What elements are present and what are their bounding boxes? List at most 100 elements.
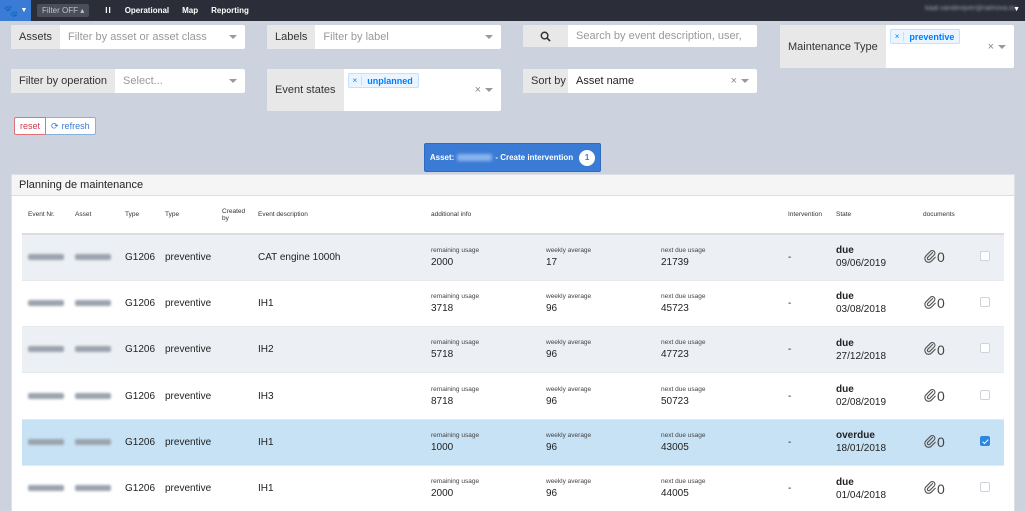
refresh-button[interactable]: ⟳ refresh — [46, 117, 96, 135]
pause-button[interactable]: II — [105, 6, 111, 15]
chevron-down-icon[interactable] — [229, 35, 237, 39]
app-menu-button[interactable]: 🐾 ▼ — [0, 0, 31, 21]
event-states-select[interactable]: × unplanned × — [344, 69, 501, 111]
assets-filter-select[interactable]: Filter by asset or asset class — [60, 25, 245, 49]
chevron-down-icon[interactable] — [485, 35, 493, 39]
sort-by-filter: Sort by Asset name × — [523, 69, 757, 93]
paperclip-icon[interactable] — [923, 434, 937, 451]
documents-cell[interactable]: 0 — [917, 372, 974, 420]
labels-filter-select[interactable]: Filter by label — [315, 25, 501, 49]
row-checkbox[interactable] — [980, 389, 990, 400]
operation-filter-select[interactable]: Select... — [115, 69, 245, 93]
weekly-average-label: weekly average — [546, 339, 592, 347]
chevron-down-icon[interactable] — [229, 79, 237, 83]
column-header-select[interactable] — [974, 196, 1004, 235]
intervention-cell: - — [782, 419, 830, 466]
operation-filter-label: Filter by operation — [11, 69, 116, 93]
type-cell: G1206 — [119, 234, 159, 281]
table-row[interactable]: G1206 preventive IH3 remaining usage 8718… — [22, 372, 1004, 420]
weekly-average-value: 17 — [546, 256, 558, 268]
paperclip-icon[interactable] — [923, 295, 937, 312]
column-header-state[interactable]: State — [830, 196, 917, 235]
remove-tag-icon[interactable]: × — [349, 76, 363, 85]
column-header-info-3[interactable] — [655, 196, 782, 235]
table-row[interactable]: G1206 preventive IH1 remaining usage 2000… — [22, 465, 1004, 511]
sort-by-select[interactable]: Asset name × — [568, 69, 757, 93]
table-row[interactable]: G1206 preventive IH2 remaining usage 5718… — [22, 326, 1004, 374]
column-header-created-by[interactable]: Created by — [216, 196, 252, 235]
remaining-usage-cell: remaining usage 8718 — [425, 372, 540, 420]
row-checkbox[interactable] — [980, 482, 990, 493]
column-header-asset[interactable]: Asset — [69, 196, 119, 235]
search-icon[interactable] — [523, 25, 568, 47]
table-row[interactable]: G1206 preventive IH1 remaining usage 3718… — [22, 280, 1004, 328]
user-caret-icon[interactable]: ▼ — [1013, 6, 1020, 13]
paperclip-icon[interactable] — [923, 388, 937, 405]
select-cell[interactable] — [974, 326, 1004, 374]
row-checkbox[interactable] — [980, 250, 990, 261]
documents-cell[interactable]: 0 — [917, 419, 974, 466]
select-cell[interactable] — [974, 234, 1004, 281]
search-input[interactable]: Search by event description, user, — [568, 25, 757, 47]
maintenance-table: Event Nr. Asset Type Type Created by Event de… — [22, 196, 1004, 511]
column-header-type-2[interactable]: Type — [159, 196, 216, 235]
documents-cell[interactable]: 0 — [917, 465, 974, 511]
clear-icon[interactable]: × — [731, 75, 737, 87]
remove-tag-icon[interactable]: × — [891, 32, 905, 41]
assets-filter-placeholder: Filter by asset or asset class — [68, 31, 207, 43]
row-checkbox[interactable] — [980, 435, 990, 446]
paperclip-icon[interactable] — [923, 249, 937, 266]
row-checkbox[interactable] — [980, 343, 990, 354]
description-cell: IH1 — [252, 280, 425, 328]
paperclip-icon[interactable] — [923, 480, 937, 497]
state-cell: due 09/06/2019 — [830, 234, 917, 281]
user-menu[interactable]: kaat.vandevijver@railnova.eu — [925, 5, 1017, 12]
documents-cell[interactable]: 0 — [917, 280, 974, 328]
intervention-cell: - — [782, 465, 830, 511]
table-row[interactable]: G1206 preventive CAT engine 1000h remain… — [22, 234, 1004, 281]
select-cell[interactable] — [974, 280, 1004, 328]
column-header-info-2[interactable] — [540, 196, 655, 235]
column-header-type[interactable]: Type — [119, 196, 159, 235]
chevron-down-icon[interactable] — [998, 44, 1006, 49]
column-header-event-nr[interactable]: Event Nr. — [22, 196, 69, 235]
documents-cell[interactable]: 0 — [917, 326, 974, 374]
state-cell: due 01/04/2018 — [830, 465, 917, 511]
document-count: 0 — [937, 434, 945, 451]
maintenance-panel: Planning de maintenance Event Nr. Asset Ty… — [11, 174, 1015, 511]
create-intervention-button[interactable]: Asset: - Create intervention 1 — [424, 143, 601, 172]
column-header-intervention[interactable]: Intervention — [782, 196, 830, 235]
description-cell: IH1 — [252, 419, 425, 466]
select-cell[interactable] — [974, 419, 1004, 466]
state-cell: due 02/08/2019 — [830, 372, 917, 420]
nav-reporting[interactable]: Reporting — [211, 6, 249, 15]
next-due-cell: next due usage 44005 — [655, 465, 782, 511]
clear-icon[interactable]: × — [475, 84, 481, 96]
asset-cell — [69, 465, 119, 511]
column-header-documents[interactable]: documents — [917, 196, 974, 235]
column-header-event-description[interactable]: Event description — [252, 196, 425, 235]
type-cell: G1206 — [119, 419, 159, 466]
chevron-down-icon[interactable] — [485, 88, 493, 92]
paperclip-icon[interactable] — [923, 341, 937, 358]
description-cell: IH3 — [252, 372, 425, 420]
next-due-value: 45723 — [661, 302, 689, 314]
nav-operational[interactable]: Operational — [125, 6, 169, 15]
reset-button[interactable]: reset — [14, 117, 47, 135]
weekly-average-label: weekly average — [546, 478, 592, 486]
row-checkbox[interactable] — [980, 296, 990, 307]
maintenance-type-select[interactable]: × preventive × — [886, 25, 1014, 68]
weekly-average-value: 96 — [546, 441, 558, 453]
created-by-cell — [216, 465, 252, 511]
nav-map[interactable]: Map — [182, 6, 198, 15]
reset-refresh-group: reset ⟳ refresh — [14, 117, 96, 135]
select-cell[interactable] — [974, 465, 1004, 511]
filter-toggle[interactable]: Filter OFF ▴ — [37, 4, 90, 17]
select-cell[interactable] — [974, 372, 1004, 420]
documents-cell[interactable]: 0 — [917, 234, 974, 281]
table-row[interactable]: G1206 preventive IH1 remaining usage 1000… — [22, 419, 1004, 466]
column-header-additional-info[interactable]: additional info — [425, 196, 540, 235]
document-count: 0 — [937, 388, 945, 405]
clear-icon[interactable]: × — [988, 41, 994, 53]
chevron-down-icon[interactable] — [741, 79, 749, 83]
